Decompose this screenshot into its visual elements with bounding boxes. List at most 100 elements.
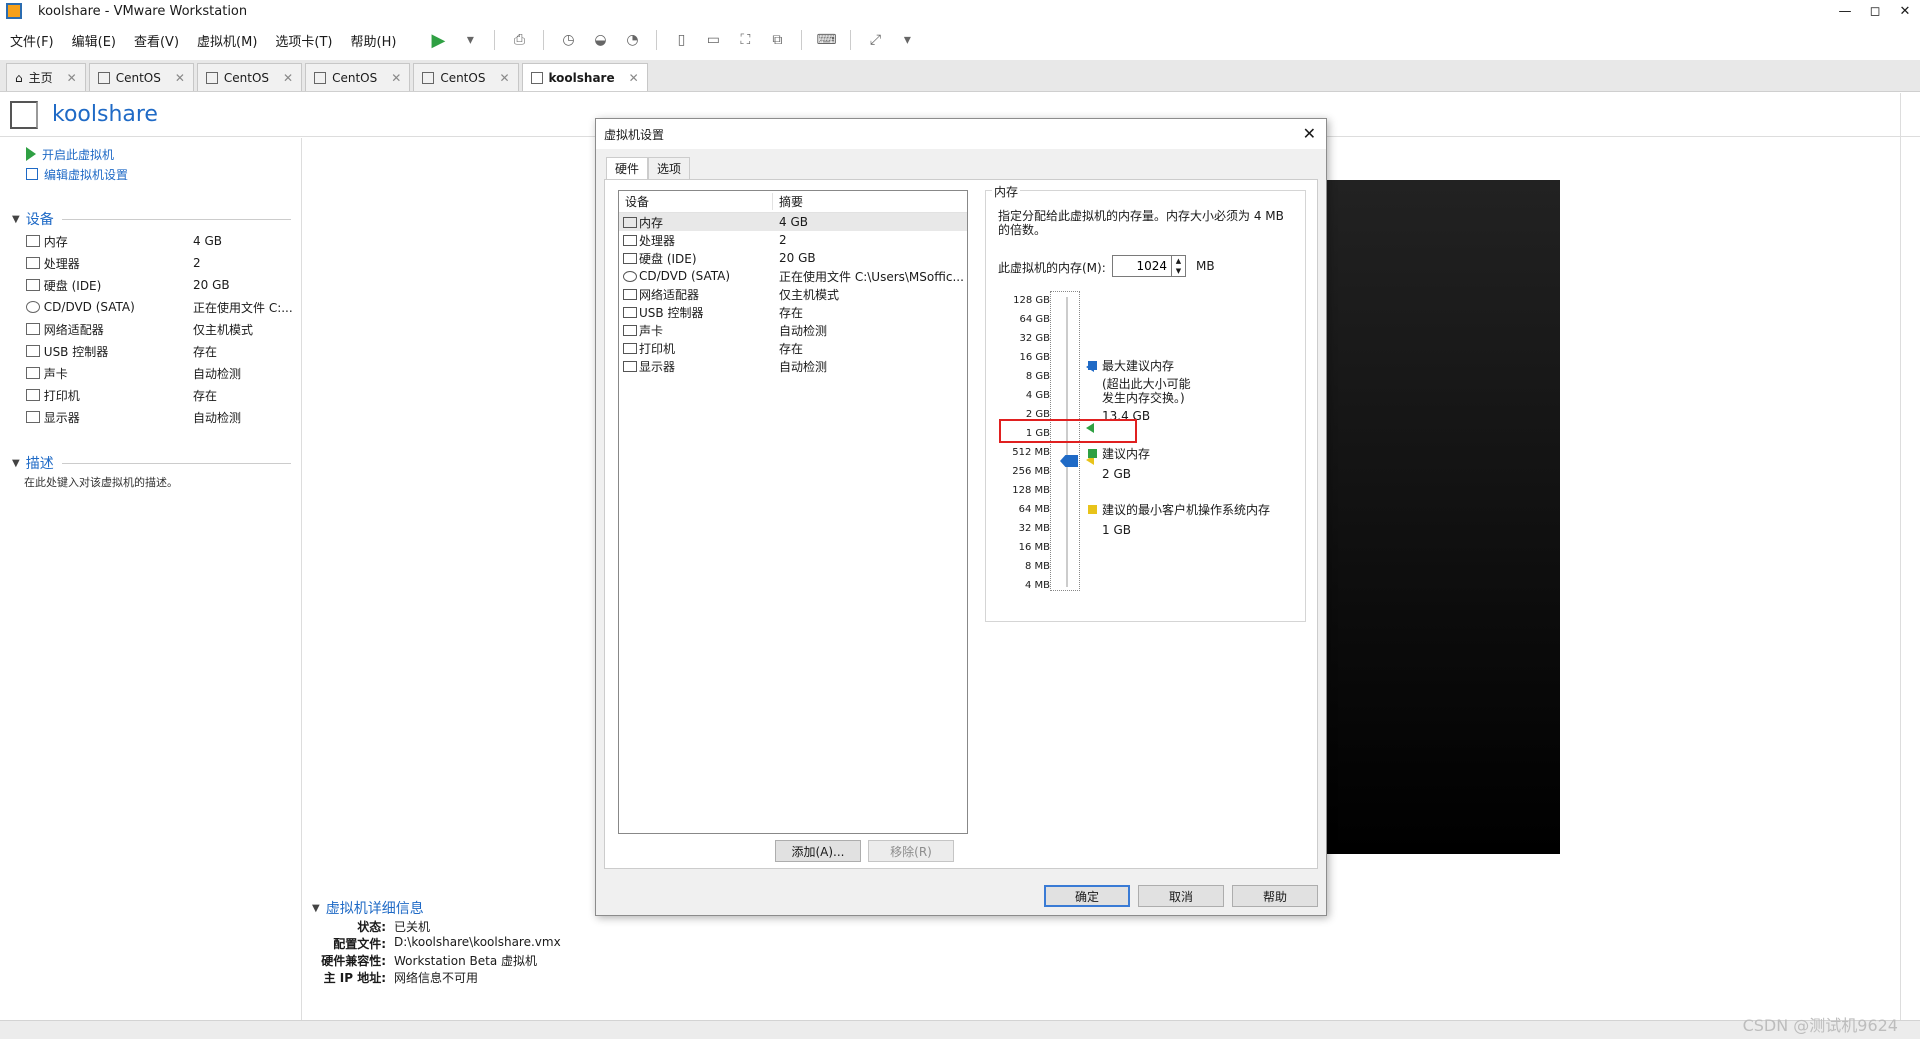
device-value: 仅主机模式: [193, 322, 254, 337]
memory-stepper[interactable]: ▲ ▼: [1172, 255, 1186, 277]
power-dropdown-icon[interactable]: ▾: [460, 30, 480, 50]
power-on-label: 开启此虚拟机: [42, 147, 115, 162]
memory-input[interactable]: [1112, 255, 1172, 277]
vm-large-icon: [10, 100, 38, 129]
list-item-sound[interactable]: 声卡 自动检测: [619, 321, 967, 339]
stretch-dropdown-icon[interactable]: ▾: [897, 30, 917, 50]
menu-view[interactable]: 查看(V): [134, 31, 179, 50]
memory-unit: MB: [1196, 259, 1215, 273]
detail-key: 主 IP 地址:: [323, 971, 386, 985]
column-device[interactable]: 设备: [619, 193, 773, 210]
list-item-network[interactable]: 网络适配器 仅主机模式: [619, 285, 967, 303]
console-icon[interactable]: ⌨: [816, 30, 836, 50]
close-window-button[interactable]: ✕: [1890, 0, 1920, 22]
printer-icon: [623, 342, 637, 354]
network-adapter-icon: [623, 288, 637, 300]
list-item-cdrom[interactable]: CD/DVD (SATA) 正在使用文件 C:\Users\MSoffic...: [619, 267, 967, 285]
detail-row-status: 状态: 已关机: [312, 918, 912, 935]
snapshot-icon[interactable]: ◷: [558, 30, 578, 50]
snapshot-manager-icon[interactable]: ◔: [622, 30, 642, 50]
vertical-scrollbar[interactable]: [1900, 93, 1918, 1020]
devices-section-header[interactable]: ▼ 设备: [12, 208, 301, 230]
home-icon: ⌂: [15, 70, 23, 85]
scale-tick: 64 GB: [1019, 314, 1050, 325]
device-row-cpu[interactable]: 处理器 2: [26, 252, 301, 274]
minimize-button[interactable]: —: [1830, 0, 1860, 22]
tab-close-icon[interactable]: ✕: [175, 71, 185, 85]
vm-screen-preview[interactable]: [1325, 180, 1560, 854]
stepper-up-icon[interactable]: ▲: [1176, 257, 1181, 265]
tab-close-icon[interactable]: ✕: [283, 71, 293, 85]
tab-centos-2[interactable]: CentOS ✕: [196, 63, 303, 91]
dialog-close-icon[interactable]: ✕: [1303, 124, 1316, 143]
tab-options[interactable]: 选项: [648, 157, 691, 179]
toolbar-separator: [656, 30, 658, 50]
device-row-network[interactable]: 网络适配器 仅主机模式: [26, 318, 301, 340]
watermark: CSDN @测试机9624: [1742, 1016, 1898, 1035]
tab-close-icon[interactable]: ✕: [499, 71, 509, 85]
menu-help[interactable]: 帮助(H): [351, 31, 397, 50]
tab-close-icon[interactable]: ✕: [391, 71, 401, 85]
device-name: 处理器: [639, 233, 676, 248]
device-name: 网络适配器: [43, 322, 104, 337]
tab-centos-1[interactable]: CentOS ✕: [88, 63, 194, 91]
device-name: 网络适配器: [639, 287, 700, 302]
scale-tick: 4 GB: [1025, 390, 1050, 401]
speaker-icon: [26, 367, 40, 379]
cancel-button[interactable]: 取消: [1138, 885, 1224, 907]
unity-icon[interactable]: ⧉: [767, 30, 787, 50]
menu-vm[interactable]: 虚拟机(M): [197, 31, 257, 50]
tab-close-icon[interactable]: ✕: [629, 71, 639, 85]
stepper-down-icon[interactable]: ▼: [1176, 267, 1181, 275]
ok-button[interactable]: 确定: [1044, 885, 1130, 907]
device-value: 存在: [193, 344, 218, 359]
library-view-icon[interactable]: ▯: [671, 30, 691, 50]
list-item-memory[interactable]: 内存 4 GB: [619, 213, 967, 231]
list-item-usb[interactable]: USB 控制器 存在: [619, 303, 967, 321]
power-on-link[interactable]: 开启此虚拟机: [26, 144, 301, 164]
tab-close-icon[interactable]: ✕: [67, 71, 77, 85]
menu-file[interactable]: 文件(F): [10, 31, 54, 50]
fullscreen-icon[interactable]: ⛶: [735, 30, 755, 50]
device-row-sound[interactable]: 声卡 自动检测: [26, 362, 301, 384]
device-name: 打印机: [43, 388, 80, 403]
tab-centos-3[interactable]: CentOS ✕: [305, 63, 411, 91]
remove-device-button[interactable]: 移除(R): [868, 840, 954, 862]
revert-snapshot-icon[interactable]: ◒: [590, 30, 610, 50]
thumbnail-view-icon[interactable]: ▭: [703, 30, 723, 50]
send-keys-icon[interactable]: ⎙: [509, 30, 529, 50]
device-name: 显示器: [639, 359, 676, 374]
tab-koolshare[interactable]: koolshare ✕: [521, 63, 648, 91]
menu-edit[interactable]: 编辑(E): [72, 31, 116, 50]
power-on-icon[interactable]: ▶: [428, 30, 448, 51]
list-item-cpu[interactable]: 处理器 2: [619, 231, 967, 249]
device-cell: 内存: [619, 214, 773, 231]
edit-settings-icon: [26, 168, 38, 180]
highlight-annotation: [999, 419, 1137, 443]
device-row-memory[interactable]: 内存 4 GB: [26, 230, 301, 252]
tab-home[interactable]: ⌂ 主页 ✕: [6, 63, 86, 91]
collapse-icon: ▼: [312, 902, 320, 914]
detail-value: Workstation Beta 虚拟机: [394, 954, 537, 968]
tab-centos-4[interactable]: CentOS ✕: [413, 63, 519, 91]
device-row-printer[interactable]: 打印机 存在: [26, 384, 301, 406]
help-button[interactable]: 帮助: [1232, 885, 1318, 907]
list-item-disk[interactable]: 硬盘 (IDE) 20 GB: [619, 249, 967, 267]
device-row-usb[interactable]: USB 控制器 存在: [26, 340, 301, 362]
description-section-header[interactable]: ▼ 描述: [12, 452, 301, 474]
stretch-icon[interactable]: ⤢: [865, 30, 885, 50]
column-summary[interactable]: 摘要: [773, 193, 803, 210]
device-name: 声卡: [43, 366, 68, 381]
device-row-cdrom[interactable]: CD/DVD (SATA) 正在使用文件 C:...: [26, 296, 301, 318]
list-item-display[interactable]: 显示器 自动检测: [619, 357, 967, 375]
edit-settings-link[interactable]: 编辑虚拟机设置: [26, 164, 301, 184]
tab-hardware[interactable]: 硬件: [606, 157, 649, 179]
list-item-printer[interactable]: 打印机 存在: [619, 339, 967, 357]
add-device-button[interactable]: 添加(A)...: [775, 840, 861, 862]
maximize-button[interactable]: ◻: [1860, 0, 1890, 22]
description-field[interactable]: 在此处键入对该虚拟机的描述。: [24, 474, 301, 490]
menu-tabs[interactable]: 选项卡(T): [275, 31, 332, 50]
device-row-disk[interactable]: 硬盘 (IDE) 20 GB: [26, 274, 301, 296]
device-name: 声卡: [639, 323, 664, 338]
device-row-display[interactable]: 显示器 自动检测: [26, 406, 301, 428]
